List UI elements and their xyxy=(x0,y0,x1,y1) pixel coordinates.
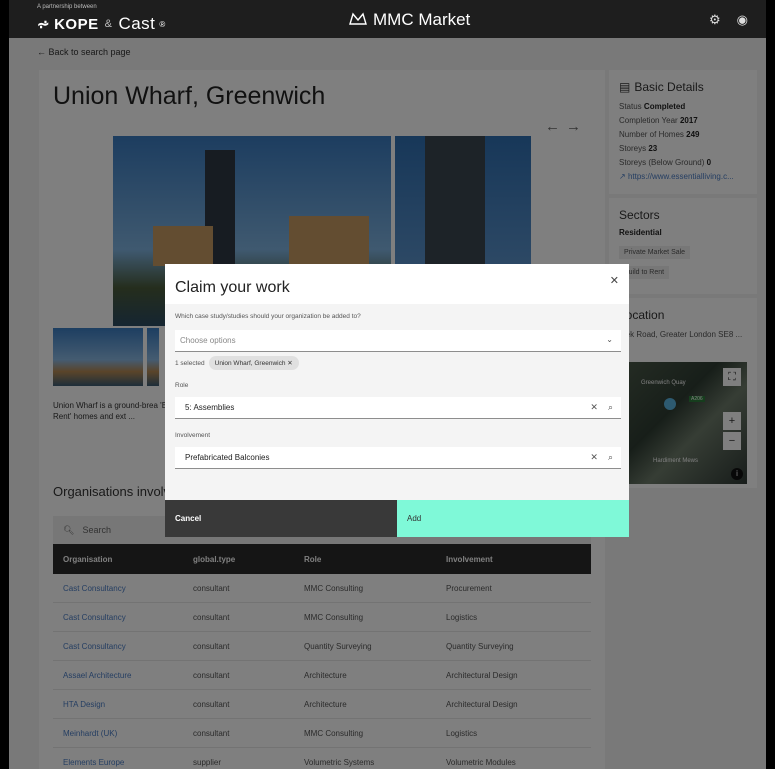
role-label: Role xyxy=(175,382,189,389)
case-study-placeholder: Choose options xyxy=(180,336,236,345)
case-study-question: Which case study/studies should your org… xyxy=(175,313,361,320)
brand-logo[interactable]: ⩫ KOPE & Cast ® xyxy=(37,14,166,34)
clear-icon[interactable]: ✕ xyxy=(590,402,598,413)
search-icon[interactable]: ⌕ xyxy=(608,452,613,463)
brand-cast: Cast xyxy=(118,14,156,33)
selected-items: 1 selected Union Wharf, Greenwich ✕ xyxy=(175,356,299,370)
remove-tag-icon[interactable]: ✕ xyxy=(287,360,292,367)
selected-tag: Union Wharf, Greenwich ✕ xyxy=(208,356,299,370)
market-logo-icon xyxy=(349,10,367,30)
gear-icon[interactable]: ⚙ xyxy=(709,12,721,28)
role-value: 5: Assemblies xyxy=(185,403,235,412)
chevron-down-icon[interactable]: ⌄ xyxy=(606,335,613,344)
cancel-button[interactable]: Cancel xyxy=(165,500,397,537)
brand-registered: ® xyxy=(159,19,166,29)
partnership-label: A partnership between xyxy=(37,4,97,10)
case-study-select[interactable]: Choose options ⌄ xyxy=(175,330,621,352)
clear-icon[interactable]: ✕ xyxy=(590,452,598,463)
involvement-value: Prefabricated Balconies xyxy=(185,453,270,462)
close-icon[interactable]: ✕ xyxy=(610,274,619,287)
selected-count: 1 selected xyxy=(175,359,205,367)
brand-amp: & xyxy=(104,18,113,30)
app-title-text: MMC Market xyxy=(373,10,471,29)
role-field[interactable]: 5: Assemblies ✕ ⌕ xyxy=(175,397,621,419)
claim-work-modal: Claim your work ✕ Which case study/studi… xyxy=(165,264,629,537)
modal-title: Claim your work xyxy=(175,279,290,296)
top-icons: ⚙ ◉ xyxy=(709,12,748,28)
app-title: MMC Market xyxy=(349,10,470,30)
add-button[interactable]: Add xyxy=(397,500,629,537)
involvement-field[interactable]: Prefabricated Balconies ✕ ⌕ xyxy=(175,447,621,469)
page: A partnership between ⩫ KOPE & Cast ® MMC… xyxy=(9,0,766,769)
selected-tag-label: Union Wharf, Greenwich xyxy=(214,360,286,367)
kope-logo-icon: ⩫ xyxy=(37,16,51,33)
search-icon[interactable]: ⌕ xyxy=(608,402,613,413)
top-bar: A partnership between ⩫ KOPE & Cast ® MMC… xyxy=(9,0,766,38)
brand-kope: KOPE xyxy=(54,15,99,33)
user-icon[interactable]: ◉ xyxy=(737,12,748,28)
involvement-label: Involvement xyxy=(175,432,211,439)
